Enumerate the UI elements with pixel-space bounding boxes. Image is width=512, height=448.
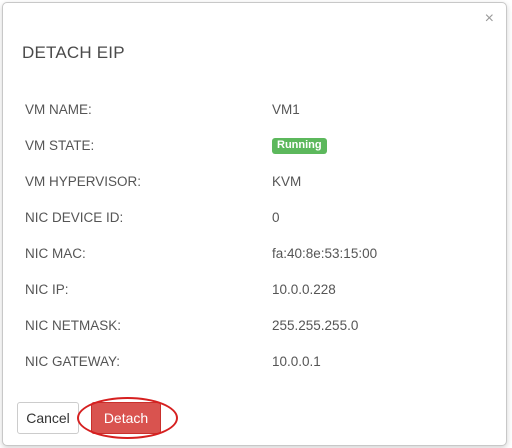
- nic-ip-row: NIC IP: 10.0.0.228: [3, 280, 506, 300]
- cancel-button[interactable]: Cancel: [17, 402, 79, 434]
- dialog-title: DETACH EIP: [22, 43, 125, 62]
- nic-gateway-row: NIC GATEWAY: 10.0.0.1: [3, 352, 506, 372]
- nic-mac-row: NIC MAC: fa:40:8e:53:15:00: [3, 244, 506, 264]
- status-badge: Running: [272, 138, 327, 155]
- vm-state-label: VM STATE:: [25, 138, 95, 153]
- dialog-footer: Cancel Detach: [3, 389, 506, 447]
- vm-state-value: Running: [272, 136, 327, 156]
- detach-button[interactable]: Detach: [91, 402, 161, 434]
- nic-ip-label: NIC IP:: [25, 282, 69, 297]
- vm-hypervisor-row: VM HYPERVISOR: KVM: [3, 172, 506, 192]
- nic-netmask-label: NIC NETMASK:: [25, 318, 122, 333]
- nic-netmask-row: NIC NETMASK: 255.255.255.0: [3, 316, 506, 336]
- nic-device-id-value: 0: [272, 210, 280, 225]
- nic-mac-label: NIC MAC:: [25, 246, 86, 261]
- nic-gateway-label: NIC GATEWAY:: [25, 354, 121, 369]
- vm-name-row: VM NAME: VM1: [3, 100, 506, 120]
- vm-name-value: VM1: [272, 102, 300, 117]
- close-icon[interactable]: ×: [485, 11, 494, 27]
- vm-name-label: VM NAME:: [25, 102, 92, 117]
- nic-device-id-row: NIC DEVICE ID: 0: [3, 208, 506, 228]
- vm-hypervisor-label: VM HYPERVISOR:: [25, 174, 142, 189]
- nic-mac-value: fa:40:8e:53:15:00: [272, 246, 378, 261]
- nic-netmask-value: 255.255.255.0: [272, 318, 359, 333]
- detach-eip-dialog: × DETACH EIP VM NAME: VM1 VM STATE: Runn…: [2, 2, 507, 446]
- vm-state-row: VM STATE: Running: [3, 136, 506, 156]
- vm-hypervisor-value: KVM: [272, 174, 302, 189]
- nic-gateway-value: 10.0.0.1: [272, 354, 321, 369]
- nic-ip-value: 10.0.0.228: [272, 282, 336, 297]
- nic-device-id-label: NIC DEVICE ID:: [25, 210, 124, 225]
